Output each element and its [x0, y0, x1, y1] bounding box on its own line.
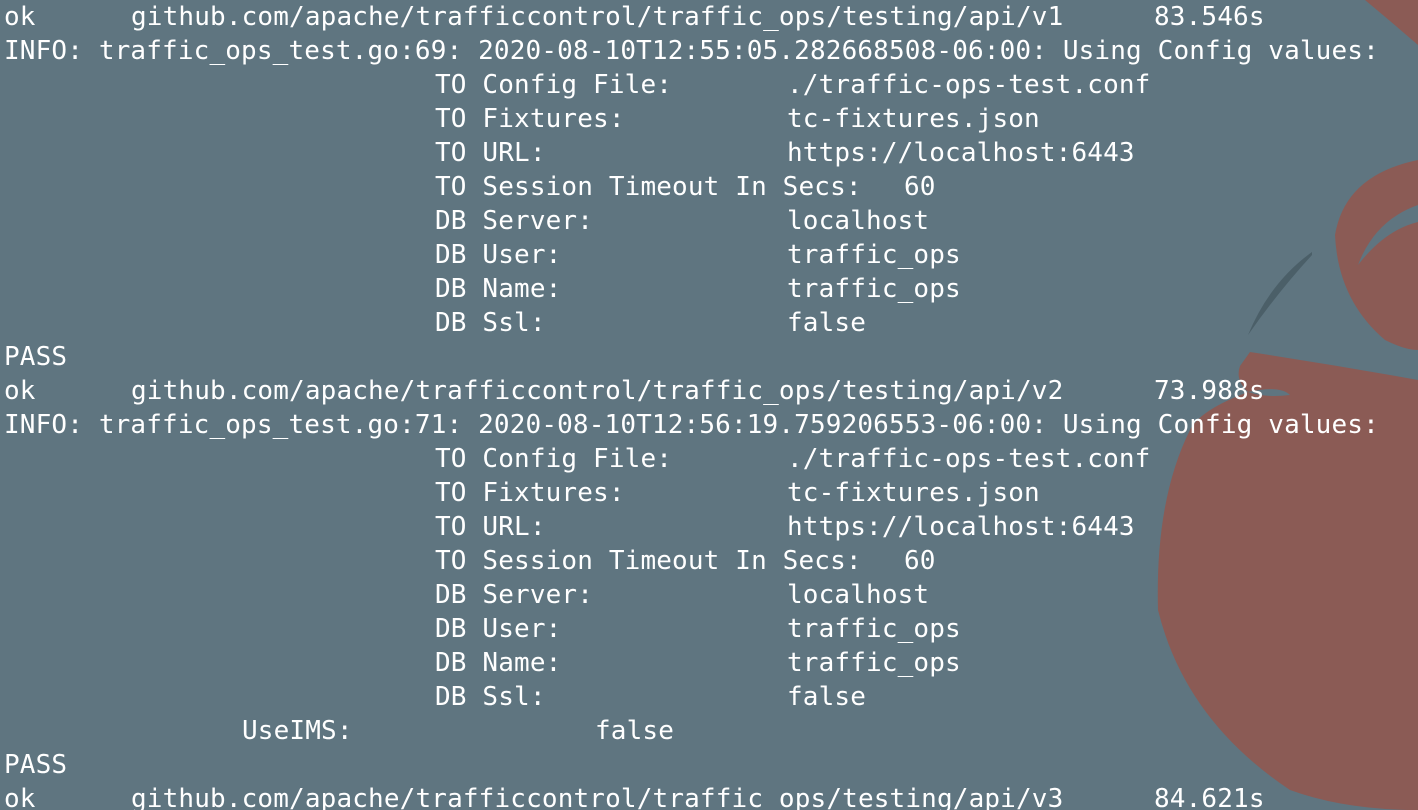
test-duration: 73.988s [1154, 376, 1265, 406]
pass-status: PASS [4, 342, 68, 372]
config-key: TO Session Timeout In Secs: [435, 546, 862, 576]
pass-line: PASS [4, 748, 99, 782]
config-line: TO Fixtures: tc-fixtures.json [4, 476, 1040, 510]
ok-status: ok [4, 376, 36, 406]
config-line: TO Session Timeout In Secs: 60 [4, 544, 935, 578]
config-line: DB Server: localhost [4, 204, 929, 238]
config-value: https://localhost:6443 [787, 512, 1135, 542]
config-key: TO URL: [435, 512, 546, 542]
config-value: false [595, 716, 675, 746]
pass-status: PASS [4, 750, 68, 780]
config-line: DB Ssl: false [4, 680, 866, 714]
config-key: UseIMS: [242, 716, 353, 746]
config-key: DB Name: [435, 648, 562, 678]
config-key: DB Ssl: [435, 308, 546, 338]
config-key: DB Server: [435, 206, 594, 236]
config-key: DB Server: [435, 580, 594, 610]
ok-line: ok github.com/apache/trafficcontrol/traf… [4, 782, 1264, 810]
config-value: traffic_ops [787, 648, 961, 678]
config-value: traffic_ops [787, 240, 961, 270]
config-value: tc-fixtures.json [787, 104, 1040, 134]
config-key: TO Fixtures: [435, 104, 625, 134]
config-line: TO URL: https://localhost:6443 [4, 510, 1135, 544]
config-key: DB User: [435, 240, 562, 270]
config-line: TO Session Timeout In Secs: 60 [4, 170, 935, 204]
config-line: TO Config File: ./traffic-ops-test.conf [4, 68, 1150, 102]
config-line: DB User: traffic_ops [4, 612, 961, 646]
wallpaper-shape-leaf [1335, 160, 1418, 350]
config-value: traffic_ops [787, 614, 961, 644]
config-value: tc-fixtures.json [787, 478, 1040, 508]
package-path: github.com/apache/trafficcontrol/traffic… [131, 784, 1064, 810]
config-line: DB Name: traffic_ops [4, 646, 961, 680]
info-line: INFO: traffic_ops_test.go:69: 2020-08-10… [4, 34, 1379, 68]
test-duration: 84.621s [1154, 784, 1265, 810]
config-key: TO Fixtures: [435, 478, 625, 508]
wallpaper-shape-stroke [1248, 252, 1312, 335]
config-value: ./traffic-ops-test.conf [787, 444, 1151, 474]
config-key: TO Config File: [435, 70, 673, 100]
config-value: 60 [904, 546, 936, 576]
config-line: DB Name: traffic_ops [4, 272, 961, 306]
config-value: false [787, 682, 867, 712]
package-path: github.com/apache/trafficcontrol/traffic… [131, 2, 1064, 32]
config-key: TO Session Timeout In Secs: [435, 172, 862, 202]
info-line: INFO: traffic_ops_test.go:71: 2020-08-10… [4, 408, 1379, 442]
config-key: TO Config File: [435, 444, 673, 474]
ok-status: ok [4, 784, 36, 810]
terminal-window[interactable]: ok github.com/apache/trafficcontrol/traf… [0, 0, 1418, 810]
config-value: traffic_ops [787, 274, 961, 304]
config-line: DB Server: localhost [4, 578, 929, 612]
ok-status: ok [4, 2, 36, 32]
config-line: TO Fixtures: tc-fixtures.json [4, 102, 1040, 136]
package-path: github.com/apache/trafficcontrol/traffic… [131, 376, 1064, 406]
config-value: localhost [787, 206, 930, 236]
config-line: DB Ssl: false [4, 306, 866, 340]
config-line: TO Config File: ./traffic-ops-test.conf [4, 442, 1150, 476]
config-key: TO URL: [435, 138, 546, 168]
config-value: https://localhost:6443 [787, 138, 1135, 168]
config-value: false [787, 308, 867, 338]
terminal-output: ok github.com/apache/trafficcontrol/traf… [4, 0, 1379, 810]
info-text: INFO: traffic_ops_test.go:69: 2020-08-10… [4, 36, 1379, 66]
config-line: DB User: traffic_ops [4, 238, 961, 272]
config-key: DB Name: [435, 274, 562, 304]
config-key: DB User: [435, 614, 562, 644]
ok-line: ok github.com/apache/trafficcontrol/traf… [4, 374, 1264, 408]
config-value: ./traffic-ops-test.conf [787, 70, 1151, 100]
pass-line: PASS [4, 340, 99, 374]
ok-line: ok github.com/apache/trafficcontrol/traf… [4, 0, 1264, 34]
config-line: UseIMS: false [4, 714, 674, 748]
config-line: TO URL: https://localhost:6443 [4, 136, 1135, 170]
config-key: DB Ssl: [435, 682, 546, 712]
test-duration: 83.546s [1154, 2, 1265, 32]
config-value: 60 [904, 172, 936, 202]
info-text: INFO: traffic_ops_test.go:71: 2020-08-10… [4, 410, 1379, 440]
config-value: localhost [787, 580, 930, 610]
